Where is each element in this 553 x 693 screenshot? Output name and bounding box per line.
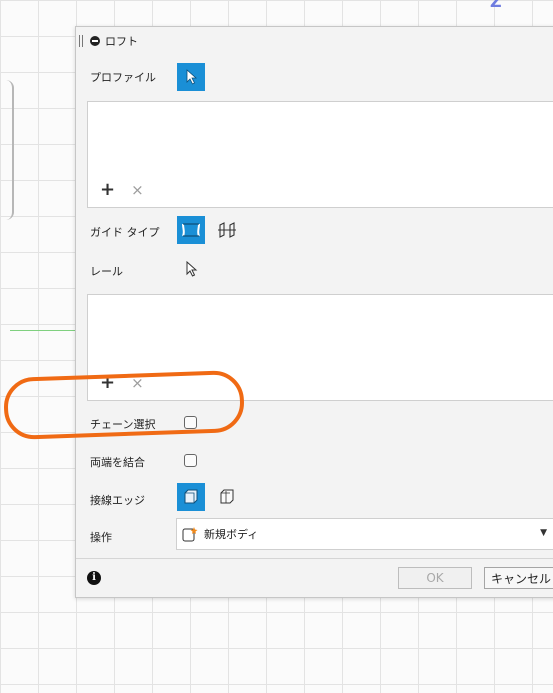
profile-select-button[interactable] xyxy=(177,63,205,91)
annotation-highlight-ring xyxy=(2,369,246,441)
dialog-titlebar[interactable]: ロフト xyxy=(76,27,553,55)
operation-select[interactable]: 新規ボディ ▼ xyxy=(176,518,553,550)
dialog-title: ロフト xyxy=(105,35,138,48)
info-icon[interactable]: i xyxy=(87,571,101,585)
profile-label: プロファイル xyxy=(90,71,156,84)
arrow-cursor-outline-icon xyxy=(186,261,198,277)
merge-ends-checkbox[interactable] xyxy=(184,454,197,467)
guide-type-label: ガイド タイプ xyxy=(90,226,160,239)
rail-guide-icon xyxy=(182,223,200,237)
profile-list[interactable]: + × xyxy=(87,101,553,208)
tangent-edges-label: 接線エッジ xyxy=(90,494,145,507)
remove-profile-button[interactable]: × xyxy=(131,182,144,198)
footer-divider xyxy=(76,558,553,559)
add-profile-button[interactable]: + xyxy=(100,181,115,199)
collapse-icon[interactable] xyxy=(90,36,100,46)
cancel-button[interactable]: キャンセル xyxy=(484,567,553,589)
rail-select-button[interactable] xyxy=(177,255,205,283)
tangent-keep-icon xyxy=(220,489,234,504)
rail-label: レール xyxy=(90,265,123,278)
arrow-cursor-icon xyxy=(186,69,198,85)
drag-handle-icon[interactable] xyxy=(79,35,83,47)
model-body-edge[interactable] xyxy=(6,80,14,220)
merge-ends-label: 両端を結合 xyxy=(90,456,145,469)
tangent-edges-merge-button[interactable] xyxy=(177,483,205,511)
tangent-merge-icon xyxy=(184,489,198,504)
guide-type-rails-button[interactable] xyxy=(177,216,205,244)
dropdown-arrow-icon[interactable]: ▼ xyxy=(540,528,547,538)
operation-value: 新規ボディ xyxy=(204,528,259,541)
centerline-guide-icon xyxy=(218,222,236,238)
operation-label: 操作 xyxy=(90,531,112,544)
new-body-icon xyxy=(182,526,198,542)
tangent-edges-keep-button[interactable] xyxy=(213,483,241,511)
loft-dialog: ロフト プロファイル + × ガイド タイプ レール + × チェーン選択 両端… xyxy=(75,26,553,598)
y-axis-line xyxy=(10,330,80,331)
ok-button[interactable]: OK xyxy=(398,567,472,589)
z-axis-label: Z xyxy=(490,0,502,11)
guide-type-centerline-button[interactable] xyxy=(213,216,241,244)
